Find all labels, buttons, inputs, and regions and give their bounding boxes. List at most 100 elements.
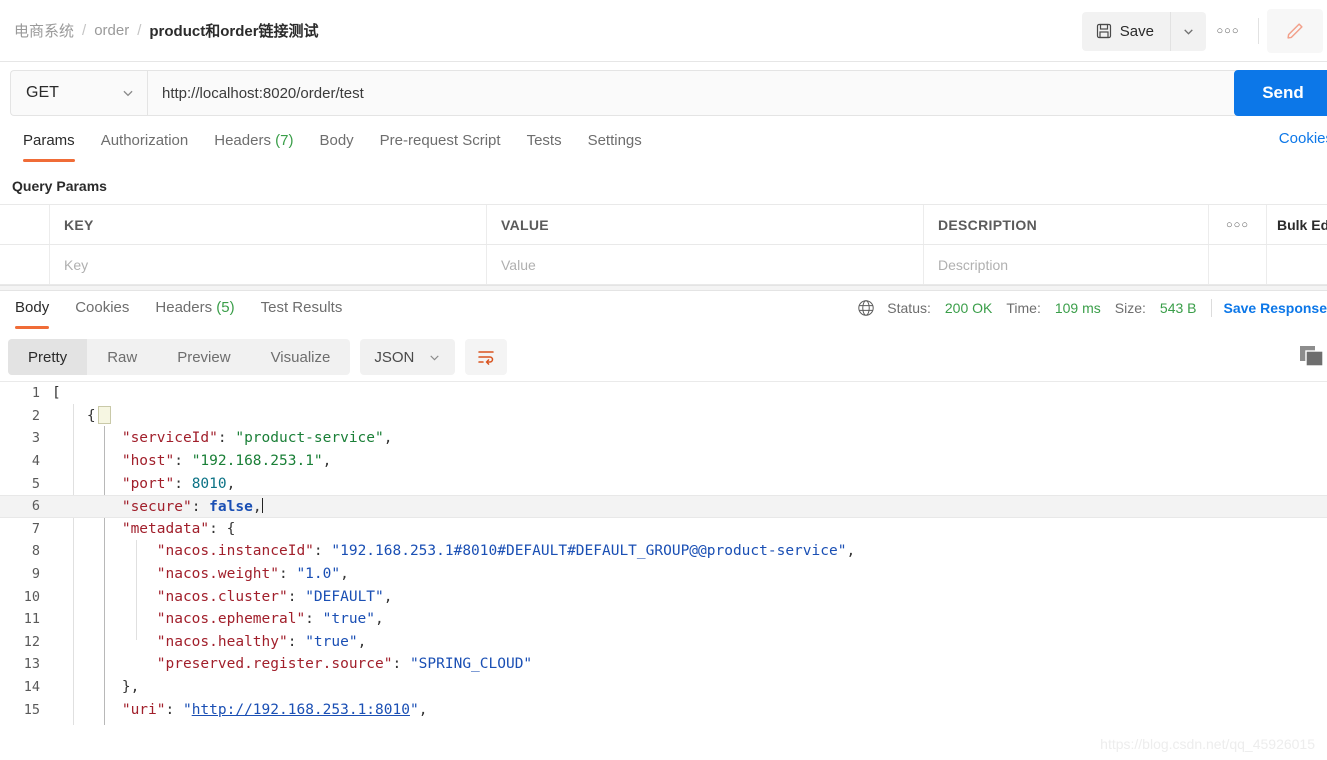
table-header-row: KEY VALUE DESCRIPTION ○○○ Bulk Edit (0, 205, 1327, 245)
table-options-button[interactable]: ○○○ (1209, 205, 1267, 244)
param-key-input[interactable]: Key (50, 245, 487, 284)
word-wrap-toggle[interactable] (465, 339, 508, 375)
code-line[interactable]: 14 }, (0, 676, 1327, 699)
response-tab-headers[interactable]: Headers (5) (142, 291, 247, 325)
time-value: 109 ms (1054, 300, 1101, 316)
status-value: 200 OK (944, 300, 993, 316)
code-line[interactable]: 15 "uri": "http://192.168.253.1:8010", (0, 698, 1327, 721)
send-button[interactable]: Send (1234, 70, 1327, 116)
breadcrumb-item-request[interactable]: product和order链接测试 (149, 20, 318, 41)
query-params-table: KEY VALUE DESCRIPTION ○○○ Bulk Edit Key … (0, 204, 1327, 285)
code-token: "preserved.register.source" (156, 656, 393, 673)
column-header-description: DESCRIPTION (924, 205, 1209, 244)
code-line[interactable]: 13 "preserved.register.source": "SPRING_… (0, 653, 1327, 676)
response-tab-cookies[interactable]: Cookies (62, 291, 142, 325)
column-header-key: KEY (50, 205, 487, 244)
response-status-bar: Status: 200 OK Time: 109 ms Size: 543 B … (857, 299, 1327, 317)
view-pretty-button[interactable]: Pretty (8, 339, 88, 375)
response-tab-body[interactable]: Body (2, 291, 62, 329)
code-line-text: [ (52, 385, 1327, 401)
code-link[interactable]: http://192.168.253.1:8010 (192, 702, 410, 718)
code-token: , (322, 453, 332, 470)
code-line[interactable]: 6 "secure": false, (0, 494, 1327, 518)
save-button[interactable]: Save (1081, 11, 1170, 51)
param-value-placeholder: Value (501, 256, 536, 273)
code-token: : (278, 566, 297, 583)
code-line[interactable]: 4 "host": "192.168.253.1", (0, 450, 1327, 473)
response-tab-test-results-label: Test Results (260, 299, 343, 316)
code-line-list: 1[2 {3 "serviceId": "product-service", 4 … (0, 382, 1327, 721)
code-line[interactable]: 3 "serviceId": "product-service", (0, 427, 1327, 450)
http-method-select[interactable]: GET (10, 70, 147, 116)
text-cursor (261, 497, 263, 513)
code-token: : (305, 611, 323, 628)
view-preview-button[interactable]: Preview (157, 339, 250, 375)
code-token: , (418, 701, 428, 718)
response-format-bar: Pretty Raw Preview Visualize JSON (0, 333, 1327, 381)
response-view-segmented-control: Pretty Raw Preview Visualize (8, 339, 351, 375)
breadcrumb-item-folder[interactable]: order (94, 22, 129, 39)
cookies-link[interactable]: Cookies (1279, 130, 1327, 147)
code-line[interactable]: 11 "nacos.ephemeral": "true", (0, 608, 1327, 631)
code-token: : (191, 498, 210, 515)
line-number: 8 (31, 543, 40, 560)
breadcrumb-item-collection[interactable]: 电商系统 (14, 20, 74, 41)
view-raw-button[interactable]: Raw (87, 339, 157, 375)
tab-headers[interactable]: Headers (7) (201, 124, 306, 158)
code-line[interactable]: 7 "metadata": { (0, 518, 1327, 541)
response-language-select[interactable]: JSON (360, 339, 456, 375)
tab-settings[interactable]: Settings (575, 124, 655, 158)
code-line[interactable]: 8 "nacos.instanceId": "192.168.253.1#801… (0, 540, 1327, 563)
code-line[interactable]: 9 "nacos.weight": "1.0", (0, 563, 1327, 586)
param-description-input[interactable]: Description (924, 245, 1209, 284)
column-header-value: VALUE (487, 205, 924, 244)
chevron-down-icon (121, 86, 135, 100)
save-response-button[interactable]: Save Response (1224, 300, 1327, 316)
vertical-scrollbar[interactable] (1323, 0, 1327, 760)
code-line-text: "metadata": { (52, 521, 1327, 537)
code-token: : (313, 543, 332, 560)
save-options-button[interactable] (1170, 11, 1206, 51)
chevron-down-icon (428, 351, 441, 364)
line-number: 6 (31, 498, 40, 515)
tab-body[interactable]: Body (306, 124, 366, 158)
tab-headers-count: (7) (275, 132, 294, 149)
row-checkbox-cell[interactable] (0, 245, 50, 284)
code-line[interactable]: 12 "nacos.healthy": "true", (0, 631, 1327, 654)
pencil-icon (1284, 20, 1306, 42)
tab-pre-request-script[interactable]: Pre-request Script (367, 124, 514, 158)
code-line[interactable]: 1[ (0, 382, 1327, 405)
globe-icon (857, 299, 875, 317)
tab-authorization[interactable]: Authorization (88, 124, 202, 158)
line-number: 2 (31, 407, 40, 424)
code-token: , (375, 611, 384, 628)
code-token: , (383, 588, 393, 605)
code-line[interactable]: 2 { (0, 405, 1327, 428)
response-body-json-viewer[interactable]: 1[2 {3 "serviceId": "product-service", 4 … (0, 381, 1327, 725)
code-token: false (209, 498, 253, 515)
bulk-edit-button[interactable]: Bulk Edit (1267, 205, 1327, 244)
status-label: Status: (887, 300, 931, 316)
word-wrap-icon (476, 348, 496, 366)
code-line[interactable]: 5 "port": 8010, (0, 472, 1327, 495)
tab-params[interactable]: Params (10, 124, 88, 162)
more-actions-button[interactable]: ○○○ (1206, 12, 1250, 51)
view-visualize-button[interactable]: Visualize (251, 339, 351, 375)
code-token: : (217, 430, 236, 447)
select-all-checkbox-cell[interactable] (0, 205, 50, 244)
response-tab-test-results[interactable]: Test Results (248, 291, 356, 325)
tab-tests[interactable]: Tests (514, 124, 575, 158)
code-token: , (252, 498, 262, 515)
code-token: "secure" (121, 498, 192, 515)
code-token: "nacos.weight" (156, 566, 279, 583)
param-value-input[interactable]: Value (487, 245, 924, 284)
line-number: 10 (23, 588, 40, 605)
postman-window: 电商系统 / order / product和order链接测试 Save ○○… (0, 0, 1327, 760)
url-input[interactable]: http://localhost:8020/order/test (147, 70, 1317, 116)
code-line[interactable]: 10 "nacos.cluster": "DEFAULT", (0, 585, 1327, 608)
breadcrumb-separator: / (137, 22, 142, 39)
code-line-text: "nacos.healthy": "true", (52, 634, 1327, 650)
chevron-down-icon (1182, 25, 1195, 38)
edit-request-button[interactable] (1267, 9, 1323, 53)
copy-response-button[interactable] (1299, 345, 1325, 369)
